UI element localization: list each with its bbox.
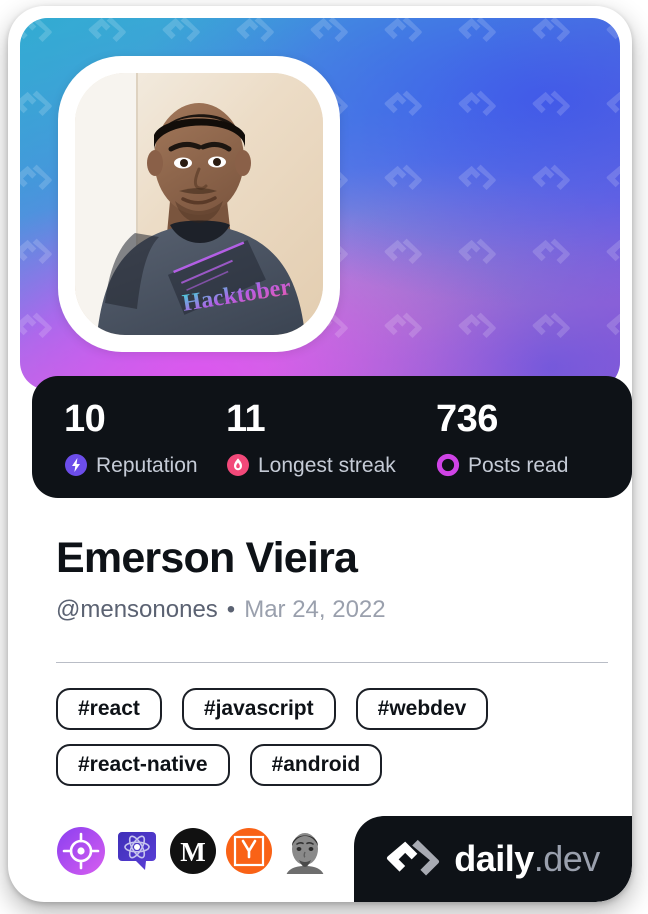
flame-icon [227,454,249,476]
source-react-icon[interactable] [112,826,162,876]
profile-subline: @mensonones • Mar 24, 2022 [56,598,386,622]
avatar-frame: Hacktober [58,56,340,352]
source-icon-list: M [56,826,330,876]
brand-name: daily [454,838,534,879]
cover-banner: Hacktober [20,18,620,390]
tag-chip[interactable]: #android [249,744,383,786]
stat-reputation-row: Reputation [64,453,198,477]
profile-name: Emerson Vieira [56,534,358,582]
brand-suffix: .dev [533,838,601,879]
stat-longest-streak-label: Longest streak [258,453,396,477]
ring-icon [436,453,460,477]
daily-dev-wordmark: daily.dev [454,841,600,877]
stats-bar: 10 Reputation 11 Longest streak 736 Post… [32,376,632,498]
dev-card: Hacktober 10 Reputation 11 Longest strea… [8,6,632,902]
source-target-icon[interactable] [56,826,106,876]
stat-reputation-label: Reputation [96,453,198,477]
stat-reputation-value: 10 [64,398,106,440]
stat-longest-streak-value: 11 [226,398,266,440]
svg-text:M: M [180,837,205,867]
source-hackernews-icon[interactable] [224,826,274,876]
profile-handle: @mensonones [56,596,218,623]
stat-posts-read-value: 736 [436,398,498,440]
avatar: Hacktober [75,73,323,335]
source-medium-icon[interactable]: M [168,826,218,876]
source-avatar-icon[interactable] [280,826,330,876]
tag-list: #react #javascript #webdev #react-native #an… [56,688,616,786]
subline-separator: • [226,596,236,623]
daily-dev-badge: daily.dev [354,816,632,902]
stat-longest-streak-row: Longest streak [226,453,396,477]
profile-joined-date: Mar 24, 2022 [244,596,386,623]
section-divider [56,662,608,663]
stat-posts-read-row: Posts read [436,453,568,477]
tag-chip[interactable]: #javascript [181,688,336,730]
stat-posts-read-label: Posts read [468,453,569,477]
tag-chip[interactable]: #react-native [56,744,230,786]
daily-dev-logo-icon [387,839,440,876]
lightning-bolt-icon [65,454,87,476]
avatar-image: Hacktober [75,73,323,335]
dev-card-inner: Hacktober 10 Reputation 11 Longest strea… [8,6,632,902]
tag-chip[interactable]: #react [56,688,162,730]
tag-chip[interactable]: #webdev [355,688,489,730]
